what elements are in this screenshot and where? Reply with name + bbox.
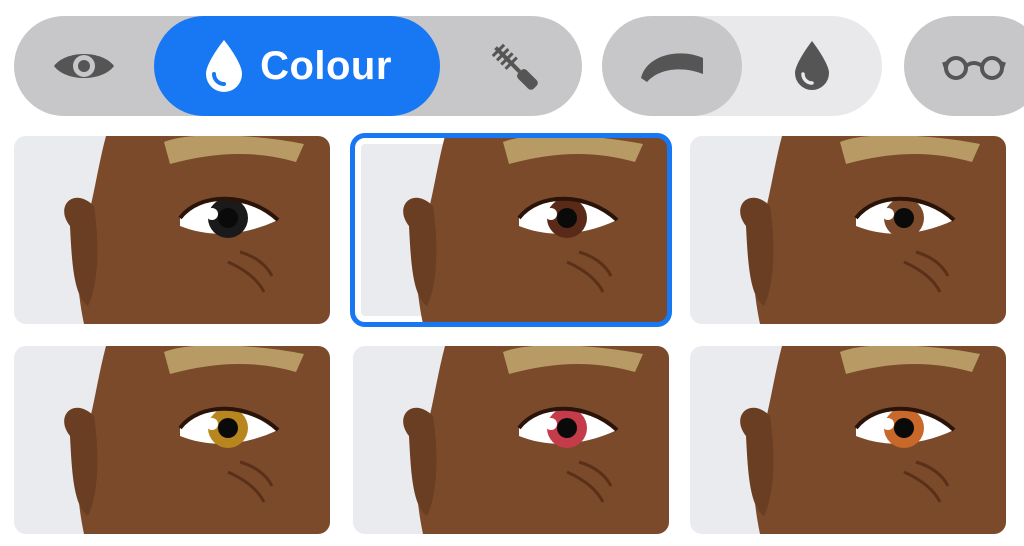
avatar-eye-preview — [740, 346, 1006, 534]
tab-mascara[interactable] — [464, 16, 564, 116]
eye-colour-option-amber[interactable] — [14, 346, 330, 534]
eye-colour-option-orange[interactable] — [690, 346, 1006, 534]
tab-colour[interactable]: Colour — [154, 16, 440, 116]
drop-icon — [206, 40, 243, 92]
eye-colour-option-red[interactable] — [353, 346, 669, 534]
avatar-eye-preview — [64, 136, 330, 324]
tab-glasses[interactable] — [924, 16, 1024, 116]
eye-colour-option-dark[interactable] — [14, 136, 330, 324]
drop-icon — [795, 41, 829, 90]
mascara-icon — [491, 43, 538, 90]
eye-icon — [54, 54, 114, 78]
avatar-eye-preview — [64, 346, 330, 534]
avatar-eye-preview — [740, 136, 1006, 324]
glasses-icon — [942, 56, 1006, 80]
tab-colour-label: Colour — [260, 43, 392, 88]
eyebrow-icon — [641, 53, 703, 82]
eye-colour-option-brown[interactable] — [690, 136, 1006, 324]
tab-brow-colour[interactable] — [752, 16, 872, 116]
brow-tab-group — [602, 16, 882, 116]
tab-eyebrow[interactable] — [602, 16, 742, 116]
avatar-eye-preview — [403, 136, 669, 324]
avatar-eye-preview — [403, 346, 669, 534]
glasses-tab-group — [904, 16, 1024, 116]
eye-colour-option-dark-brown[interactable] — [350, 133, 672, 327]
tab-eye-shape[interactable] — [34, 16, 134, 116]
eye-tab-group: Colour — [14, 16, 582, 116]
